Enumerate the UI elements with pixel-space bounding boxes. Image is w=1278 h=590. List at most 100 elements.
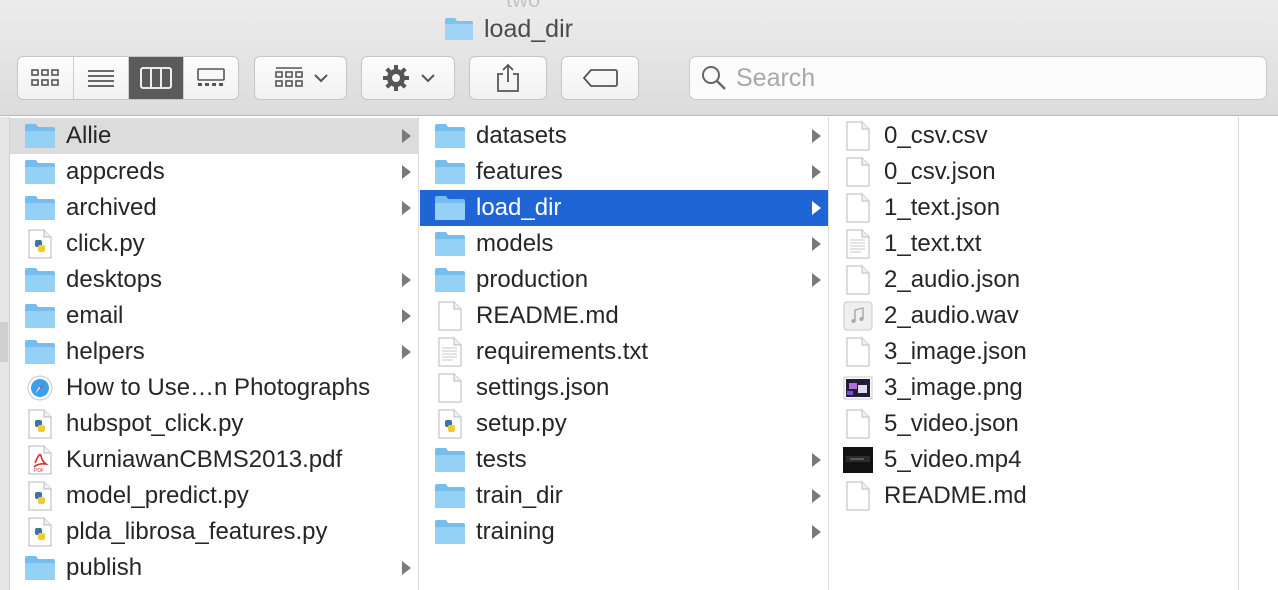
folder-icon (445, 18, 473, 40)
video-thumbnail-icon (843, 447, 873, 473)
folder-row[interactable]: desktops (10, 262, 418, 298)
item-icon-slot (834, 154, 882, 190)
file-row[interactable]: setup.py (420, 406, 828, 442)
item-name: requirements.txt (476, 338, 649, 365)
icon-grid-icon (31, 69, 60, 86)
item-name: helpers (66, 338, 145, 365)
disclosure-arrow-icon (812, 201, 821, 215)
folder-row[interactable]: load_dir (420, 190, 828, 226)
browser-column-2: datasets features load_dir models produc… (420, 117, 829, 590)
browser-column-1: Allie appcreds archived click.py desktop… (10, 117, 419, 590)
file-row[interactable]: click.py (10, 226, 418, 262)
folder-row[interactable]: publish (10, 550, 418, 586)
group-by-button[interactable] (254, 56, 347, 100)
folder-row[interactable]: email (10, 298, 418, 334)
disclosure-arrow-icon (402, 273, 411, 287)
folder-icon (435, 196, 465, 220)
pdf-file-icon: PDF (28, 445, 52, 475)
folder-icon (25, 340, 55, 364)
search-icon (702, 66, 726, 90)
share-button[interactable] (469, 56, 547, 100)
item-icon-slot (16, 478, 64, 514)
folder-row[interactable]: production (420, 262, 828, 298)
folder-row[interactable]: train_dir (420, 478, 828, 514)
file-row[interactable]: 1_text.txt (830, 226, 1238, 262)
file-row[interactable]: 2_audio.wav (830, 298, 1238, 334)
item-icon-slot (834, 478, 882, 514)
list-view-button[interactable] (72, 57, 128, 99)
file-row[interactable]: README.md (420, 298, 828, 334)
document-icon (438, 301, 462, 331)
folder-row[interactable]: Allie (10, 118, 418, 154)
item-name: 2_audio.wav (884, 302, 1019, 329)
file-row[interactable]: README.md (830, 478, 1238, 514)
file-row[interactable]: PDF KurniawanCBMS2013.pdf (10, 442, 418, 478)
file-row[interactable]: requirements.txt (420, 334, 828, 370)
folder-icon (435, 484, 465, 508)
file-row[interactable]: 1_text.json (830, 190, 1238, 226)
action-menu-button[interactable] (361, 56, 455, 100)
file-row[interactable]: How to Use…n Photographs (10, 370, 418, 406)
edit-tags-button[interactable] (561, 56, 639, 100)
file-row[interactable]: 3_image.png (830, 370, 1238, 406)
disclosure-arrow-icon (812, 237, 821, 251)
disclosure-arrow-icon (402, 561, 411, 575)
file-row[interactable]: hubspot_click.py (10, 406, 418, 442)
file-row[interactable]: 5_video.json (830, 406, 1238, 442)
window-title-text: load_dir (484, 14, 573, 43)
text-file-icon (438, 337, 462, 367)
item-icon-slot (426, 334, 474, 370)
item-icon-slot (16, 154, 64, 190)
disclosure-arrow-icon (812, 525, 821, 539)
chevron-down-icon (421, 74, 435, 83)
column-view-button[interactable] (127, 57, 183, 99)
gallery-view-button[interactable] (182, 57, 238, 99)
folder-row[interactable]: training (420, 514, 828, 550)
item-name: 2_audio.json (884, 266, 1021, 293)
item-name: models (476, 230, 554, 257)
item-name: settings.json (476, 374, 610, 401)
file-row[interactable]: model_predict.py (10, 478, 418, 514)
file-row[interactable]: 0_csv.csv (830, 118, 1238, 154)
disclosure-arrow-icon (812, 489, 821, 503)
icon-view-button[interactable] (18, 57, 73, 99)
folder-row[interactable]: models (420, 226, 828, 262)
file-row[interactable]: 0_csv.json (830, 154, 1238, 190)
disclosure-arrow-icon (402, 345, 411, 359)
file-row[interactable]: 3_image.json (830, 334, 1238, 370)
folder-icon (435, 448, 465, 472)
folder-icon (25, 556, 55, 580)
item-name: training (476, 518, 555, 545)
folder-row[interactable]: datasets (420, 118, 828, 154)
gallery-icon (197, 68, 225, 86)
search-input[interactable] (736, 63, 1236, 93)
folder-row[interactable]: helpers (10, 334, 418, 370)
file-row[interactable]: plda_librosa_features.py (10, 514, 418, 550)
columns-icon (140, 67, 172, 89)
file-row[interactable]: settings.json (420, 370, 828, 406)
folder-row[interactable]: tests (420, 442, 828, 478)
view-mode-control (17, 56, 239, 100)
item-name: train_dir (476, 482, 563, 509)
audio-file-icon (843, 301, 873, 331)
item-icon-slot (426, 370, 474, 406)
window-toolbar: two load_dir (0, 0, 1278, 116)
disclosure-arrow-icon (812, 165, 821, 179)
file-row[interactable]: 5_video.mp4 (830, 442, 1238, 478)
folder-icon (435, 520, 465, 544)
item-icon-slot (16, 370, 64, 406)
folder-icon (25, 124, 55, 148)
folder-row[interactable]: features (420, 154, 828, 190)
item-name: plda_librosa_features.py (66, 518, 328, 545)
folder-row[interactable]: archived (10, 190, 418, 226)
disclosure-arrow-icon (812, 453, 821, 467)
python-file-icon (28, 481, 52, 511)
disclosure-arrow-icon (402, 201, 411, 215)
folder-row[interactable]: appcreds (10, 154, 418, 190)
search-field[interactable] (689, 56, 1267, 100)
file-row[interactable]: 2_audio.json (830, 262, 1238, 298)
share-icon (497, 63, 519, 92)
document-icon (846, 157, 870, 187)
item-icon-slot (16, 118, 64, 154)
folder-icon (435, 160, 465, 184)
